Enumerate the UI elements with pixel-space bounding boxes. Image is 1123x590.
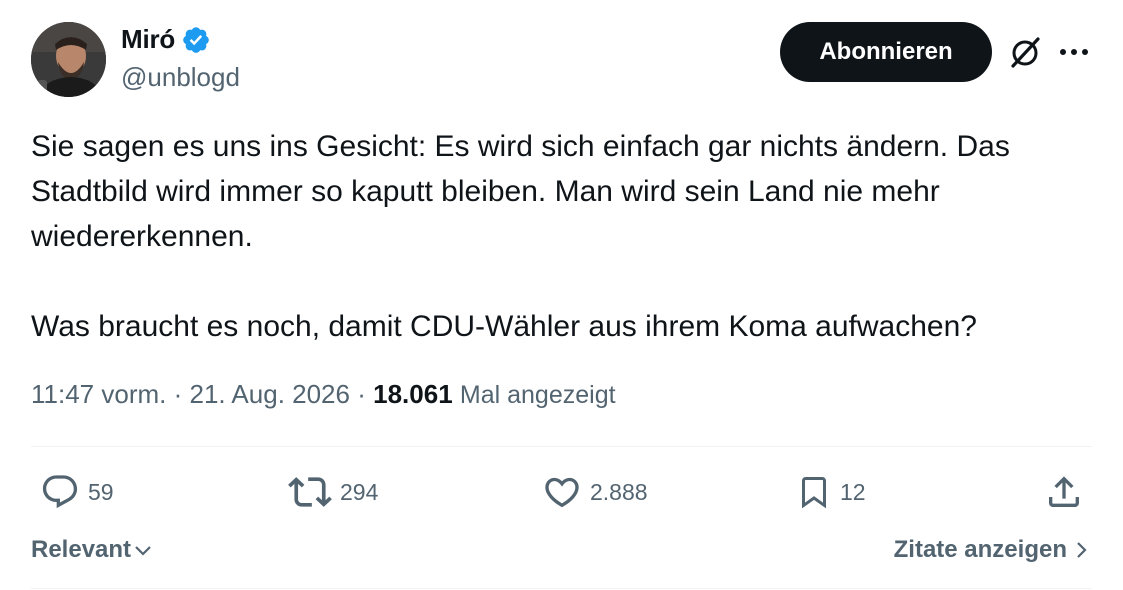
divider <box>31 446 1092 447</box>
reply-button[interactable]: 59 <box>40 470 114 514</box>
bookmark-count: 12 <box>840 478 866 505</box>
divider <box>31 588 1092 589</box>
repost-icon <box>288 477 332 507</box>
quotes-label: Zitate anzeigen <box>893 536 1067 563</box>
tweet-meta: 11:47 vorm. · 21. Aug. 2026 · 18.061 Mal… <box>31 379 616 410</box>
tweet-text: Sie sagen es uns ins Gesicht: Es wird si… <box>31 130 1010 343</box>
reply-icon <box>42 475 78 509</box>
like-icon <box>545 477 579 508</box>
tweet-time[interactable]: 11:47 vorm. <box>31 379 166 409</box>
view-quotes-link[interactable]: Zitate anzeigen <box>894 536 1089 564</box>
grok-icon[interactable] <box>1007 34 1043 70</box>
avatar[interactable] <box>31 22 106 97</box>
author-name-row[interactable]: Miró <box>121 24 211 55</box>
meta-separator: · <box>173 379 183 409</box>
bookmark-icon <box>802 477 826 509</box>
share-button[interactable] <box>1044 470 1084 514</box>
like-button[interactable]: 2.888 <box>542 470 648 514</box>
like-count: 2.888 <box>590 478 648 505</box>
chevron-down-icon <box>135 546 151 556</box>
more-options-icon[interactable] <box>1058 38 1090 66</box>
subscribe-button[interactable]: Abonnieren <box>780 22 992 82</box>
views-label: Mal angezeigt <box>459 381 616 409</box>
share-icon <box>1049 476 1079 507</box>
bookmark-button[interactable]: 12 <box>796 470 866 514</box>
views-count[interactable]: 18.061 <box>373 379 453 409</box>
reply-count: 59 <box>88 478 114 505</box>
sort-label: Relevant <box>31 536 132 563</box>
sort-replies-dropdown[interactable]: Relevant <box>31 536 153 564</box>
chevron-right-icon <box>1077 542 1087 558</box>
verified-badge-icon[interactable] <box>181 25 211 55</box>
repost-button[interactable]: 294 <box>288 470 378 514</box>
author-display-name[interactable]: Miró <box>121 24 175 55</box>
avatar-image <box>31 22 106 97</box>
author-handle[interactable]: @unblogd <box>121 62 240 93</box>
meta-separator: · <box>357 379 366 409</box>
tweet-date[interactable]: 21. Aug. 2026 <box>190 379 350 409</box>
repost-count: 294 <box>340 478 379 505</box>
